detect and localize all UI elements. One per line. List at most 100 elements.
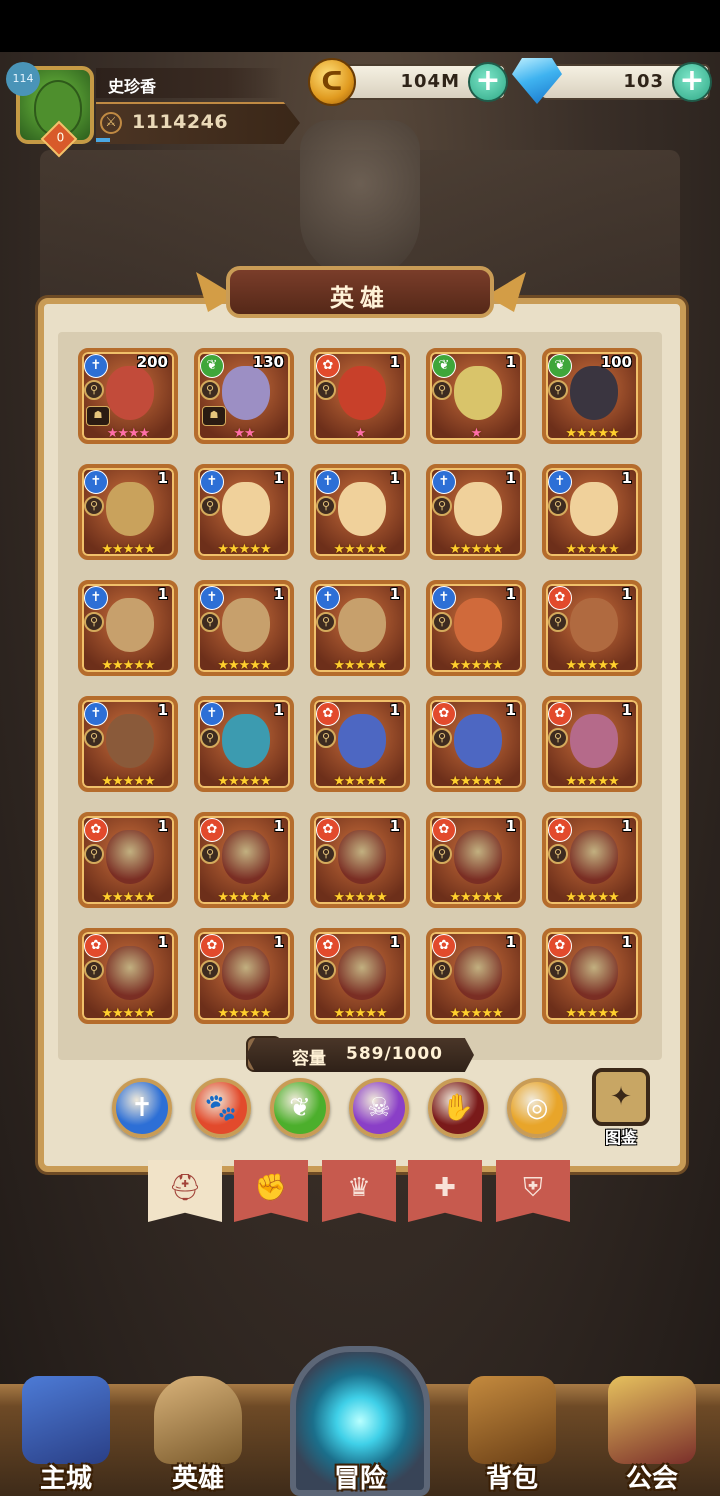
role-icon: ⚲	[548, 612, 568, 632]
hero-card[interactable]: ✝ ⚲ 1 ★★★★★	[78, 696, 178, 792]
hero-card[interactable]: ✝ ⚲ 1 ★★★★★	[310, 580, 410, 676]
hero-card[interactable]: ✿ ⚲ 1 ★★★★★	[542, 928, 642, 1024]
hero-stars: ★★★★★	[333, 774, 387, 789]
role-icon: ⚲	[548, 380, 568, 400]
role-icon: ⚲	[548, 728, 568, 748]
hero-card[interactable]: ❦ ⚲ 130 ☗ ★★	[194, 348, 294, 444]
hero-card[interactable]: ✿ ⚲ 1 ★★★★★	[78, 812, 178, 908]
role-icon: ⚲	[84, 728, 104, 748]
hero-card[interactable]: ✿ ⚲ 1 ★★★★★	[426, 696, 526, 792]
player-level: 0	[56, 130, 65, 145]
player-avatar[interactable]: 114 0	[6, 62, 94, 158]
hero-stars: ★★★★	[106, 426, 151, 441]
hero-card[interactable]: ✝ ⚲ 1 ★★★★★	[194, 464, 294, 560]
beast-faction-icon[interactable]: 🐾	[191, 1078, 251, 1138]
hero-card[interactable]: ✝ ⚲ 1 ★★★★★	[426, 580, 526, 676]
chaos-faction-icon[interactable]: ✋	[428, 1078, 488, 1138]
hero-portrait	[222, 482, 270, 536]
nav-label: 主城	[39, 1464, 92, 1494]
hero-stars: ★	[354, 426, 367, 441]
nav-main-city[interactable]: 主城	[6, 1376, 126, 1496]
nav-bag[interactable]: 背包	[452, 1376, 572, 1496]
role-icon: ⚲	[200, 612, 220, 632]
nav-heroes[interactable]: 英雄	[138, 1376, 258, 1496]
hero-card[interactable]: ✿ ⚲ 1 ★★★★★	[194, 812, 294, 908]
holy-class-icon: ✝	[200, 702, 224, 726]
hero-stars: ★★★★★	[217, 1006, 271, 1021]
hero-card[interactable]: ✝ ⚲ 1 ★★★★★	[542, 464, 642, 560]
hero-stars: ★★★★★	[449, 542, 503, 557]
fist-icon: ✊	[254, 1173, 288, 1203]
nav-guild[interactable]: 公会	[592, 1376, 712, 1496]
hero-stars: ★★★★★	[565, 542, 619, 557]
hero-stars: ★★★★★	[565, 1006, 619, 1021]
hero-card[interactable]: ✝ ⚲ 1 ★★★★★	[78, 580, 178, 676]
role-icon: ⚲	[432, 612, 452, 632]
hero-card[interactable]: ❦ ⚲ 100 ★★★★★	[542, 348, 642, 444]
hero-card[interactable]: ✝ ⚲ 1 ★★★★★	[194, 580, 294, 676]
hero-level: 100	[600, 353, 632, 371]
hero-stars: ★★★★★	[333, 1006, 387, 1021]
role-icon: ⚲	[200, 728, 220, 748]
hero-card[interactable]: ✿ ⚲ 1 ★★★★★	[310, 696, 410, 792]
hero-card[interactable]: ✿ ⚲ 1 ★★★★★	[542, 580, 642, 676]
tab-heroes[interactable]: ⛑	[148, 1160, 222, 1222]
holy-class-icon: ✝	[200, 586, 224, 610]
add-gold-button[interactable]: +	[468, 62, 508, 102]
hero-level: 1	[505, 933, 516, 951]
hero-level: 200	[136, 353, 168, 371]
hero-stars: ★★★★★	[333, 542, 387, 557]
hero-card[interactable]: ✿ ⚲ 1 ★★★★★	[426, 928, 526, 1024]
beast-class-icon: ✿	[548, 818, 572, 842]
status-bar	[0, 0, 720, 52]
hero-card[interactable]: ✿ ⚲ 1 ★★★★★	[310, 928, 410, 1024]
hero-portrait	[338, 946, 386, 1000]
hero-portrait	[570, 366, 618, 420]
add-gem-button[interactable]: +	[672, 62, 712, 102]
tab-fist[interactable]: ✊	[234, 1160, 308, 1222]
hero-card[interactable]: ✿ ⚲ 1 ★★★★★	[78, 928, 178, 1024]
beast-class-icon: ✿	[200, 934, 224, 958]
guild-crest-icon	[608, 1376, 696, 1464]
role-icon: ⚲	[84, 612, 104, 632]
hero-level: 1	[389, 701, 400, 719]
hero-card[interactable]: ✿ ⚲ 1 ★	[310, 348, 410, 444]
hero-card[interactable]: ✝ ⚲ 1 ★★★★★	[78, 464, 178, 560]
nav-adventure[interactable]: 冒险	[300, 1376, 420, 1496]
hero-card[interactable]: ✝ ⚲ 1 ★★★★★	[310, 464, 410, 560]
hero-portrait	[570, 482, 618, 536]
tab-puzzle[interactable]: ✚	[408, 1160, 482, 1222]
gem-amount: 103	[623, 71, 664, 92]
hero-card[interactable]: ✿ ⚲ 1 ★★★★★	[194, 928, 294, 1024]
hero-portrait	[570, 946, 618, 1000]
light-faction-icon[interactable]: ◎	[507, 1078, 567, 1138]
undead-faction-icon[interactable]: ☠	[349, 1078, 409, 1138]
hero-portrait	[338, 830, 386, 884]
hero-level: 130	[252, 353, 284, 371]
hero-card[interactable]: ✝ ⚲ 1 ★★★★★	[426, 464, 526, 560]
tab-crest[interactable]: ♛	[322, 1160, 396, 1222]
hero-card[interactable]: ✝ ⚲ 1 ★★★★★	[194, 696, 294, 792]
codex-button[interactable]: ✦ 图鉴	[586, 1068, 656, 1147]
hero-card[interactable]: ❦ ⚲ 1 ★	[426, 348, 526, 444]
holy-class-icon: ✝	[200, 470, 224, 494]
holy-faction-icon[interactable]: ✝	[112, 1078, 172, 1138]
hero-card[interactable]: ✿ ⚲ 1 ★★★★★	[426, 812, 526, 908]
hero-portrait	[106, 482, 154, 536]
tab-shield[interactable]: ⛨	[496, 1160, 570, 1222]
hero-portrait	[222, 830, 270, 884]
beast-class-icon: ✿	[84, 818, 108, 842]
hero-level: 1	[157, 701, 168, 719]
hero-stars: ★★★★★	[217, 890, 271, 905]
capacity-value: 589/1000	[346, 1044, 444, 1064]
nature-faction-icon[interactable]: ❦	[270, 1078, 330, 1138]
hero-card[interactable]: ✝ ⚲ 200 ☗ ★★★★	[78, 348, 178, 444]
holy-class-icon: ✝	[84, 470, 108, 494]
hero-stars: ★★★★★	[565, 426, 619, 441]
nav-label: 冒险	[333, 1464, 386, 1494]
hero-portrait	[454, 946, 502, 1000]
hero-card[interactable]: ✿ ⚲ 1 ★★★★★	[310, 812, 410, 908]
hero-card[interactable]: ✿ ⚲ 1 ★★★★★	[542, 812, 642, 908]
hero-portrait	[222, 714, 270, 768]
hero-card[interactable]: ✿ ⚲ 1 ★★★★★	[542, 696, 642, 792]
